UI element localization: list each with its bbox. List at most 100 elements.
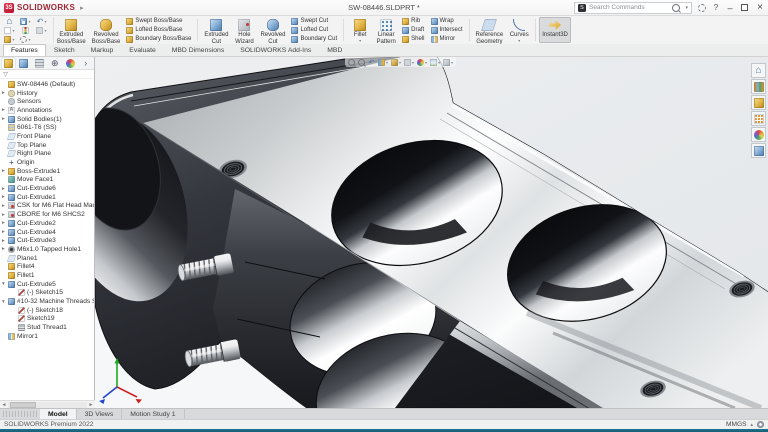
ribbon-button[interactable]: Reference Geometry ▾ bbox=[473, 17, 507, 49]
tags-icon[interactable] bbox=[757, 421, 764, 428]
tree-item[interactable]: 6061-T6 (SS) bbox=[0, 123, 94, 132]
tree-item[interactable]: Plane1 bbox=[0, 254, 94, 263]
search-dropdown-icon[interactable]: ▾ bbox=[685, 5, 688, 11]
ribbon-button[interactable]: Wrap bbox=[430, 17, 463, 25]
task-pane-tab[interactable] bbox=[751, 79, 766, 94]
tree-item[interactable]: Stud Thread1 bbox=[0, 323, 94, 332]
tree-item[interactable]: Move Face1 bbox=[0, 176, 94, 185]
tree-item[interactable]: Mirror1 bbox=[0, 332, 94, 341]
ribbon-button[interactable]: Fillet ▾ bbox=[347, 17, 373, 43]
ribbon-tab[interactable]: MBD Dimensions bbox=[164, 44, 233, 56]
ribbon-button[interactable]: Extruded Cut bbox=[201, 17, 231, 45]
tree-item[interactable]: CBORE for M6 SHCS2 bbox=[0, 210, 94, 219]
ribbon-button[interactable]: Lofted Cut bbox=[291, 26, 337, 34]
feature-manager-tab[interactable] bbox=[64, 58, 77, 69]
tree-item[interactable]: SW-08446 (Default) bbox=[0, 80, 94, 89]
document-tab[interactable]: 3D Views bbox=[77, 409, 123, 419]
feature-manager-tab[interactable] bbox=[2, 57, 15, 69]
quick-access-button[interactable]: ▾ bbox=[18, 17, 33, 26]
tree-item[interactable]: Cut-Extrude2 bbox=[0, 219, 94, 228]
task-pane-tab[interactable] bbox=[751, 111, 766, 126]
view-tool-button[interactable]: ▾ bbox=[404, 58, 414, 66]
tree-item[interactable]: (-) Sketch15 bbox=[0, 289, 94, 298]
tree-item[interactable]: History bbox=[0, 89, 94, 98]
restore-icon[interactable] bbox=[741, 3, 748, 11]
tree-item[interactable]: CSK for M6 Flat Head Machine Sc bbox=[0, 202, 94, 211]
ribbon-button[interactable]: Boundary Boss/Base bbox=[126, 35, 191, 43]
tree-item[interactable]: (-) Sketch18 bbox=[0, 306, 94, 315]
view-tool-button[interactable]: ▾ bbox=[417, 58, 427, 66]
scroll-right-icon[interactable]: ► bbox=[87, 402, 95, 408]
close-icon[interactable] bbox=[756, 4, 764, 12]
quick-access-button[interactable]: ▾ bbox=[18, 35, 33, 44]
menu-expand-arrow-icon[interactable]: ▸ bbox=[80, 4, 84, 12]
feature-manager-tab[interactable] bbox=[33, 58, 46, 69]
search-input[interactable] bbox=[589, 4, 670, 11]
ribbon-button[interactable]: Boundary Cut bbox=[291, 35, 337, 43]
tree-item[interactable]: Annotations bbox=[0, 106, 94, 115]
quick-access-button[interactable] bbox=[18, 26, 33, 35]
feature-manager-tab[interactable] bbox=[80, 58, 93, 69]
settings-icon[interactable] bbox=[698, 3, 706, 12]
ribbon-button[interactable]: Hole Wizard ▾ bbox=[231, 17, 257, 49]
tree-item[interactable]: Solid Bodies(1) bbox=[0, 115, 94, 124]
task-pane-tab[interactable] bbox=[751, 143, 766, 158]
tree-item[interactable]: Top Plane bbox=[0, 141, 94, 150]
help-icon[interactable] bbox=[712, 4, 720, 12]
ribbon-button[interactable]: Draft bbox=[402, 26, 424, 34]
view-tool-button[interactable]: ▾ bbox=[430, 58, 440, 66]
view-tool-button[interactable] bbox=[358, 58, 365, 66]
search-box[interactable]: ▾ bbox=[574, 1, 692, 14]
tree-item[interactable]: Cut-Extrude6 bbox=[0, 184, 94, 193]
tree-item[interactable]: Boss-Extrude1 bbox=[0, 167, 94, 176]
ribbon-tab[interactable]: MBD bbox=[319, 44, 350, 56]
filter-icon[interactable] bbox=[2, 71, 9, 78]
unit-system-selector[interactable]: MMGS bbox=[726, 421, 747, 428]
tab-bar-grip[interactable] bbox=[3, 411, 37, 417]
ribbon-tab[interactable]: Features bbox=[3, 44, 46, 56]
ribbon-tab[interactable]: SOLIDWORKS Add-Ins bbox=[232, 44, 319, 56]
ribbon-button[interactable]: Linear Pattern ▾ bbox=[373, 17, 399, 49]
view-tool-button[interactable]: ▾ bbox=[443, 58, 453, 66]
quick-access-button[interactable]: ▾ bbox=[2, 35, 17, 44]
tree-item[interactable]: Sensors bbox=[0, 97, 94, 106]
ribbon-button[interactable]: Rib bbox=[402, 17, 424, 25]
ribbon-button[interactable]: Swept Boss/Base bbox=[126, 17, 191, 25]
tree-item[interactable]: Fillet4 bbox=[0, 262, 94, 271]
minimize-icon[interactable] bbox=[726, 4, 734, 12]
tree-item[interactable]: Cut-Extrude4 bbox=[0, 228, 94, 237]
ribbon-button[interactable]: Instant3D bbox=[539, 17, 571, 43]
tree-item[interactable]: Origin bbox=[0, 158, 94, 167]
quick-access-button[interactable] bbox=[2, 17, 17, 26]
ribbon-button[interactable]: Mirror bbox=[430, 35, 463, 43]
quick-access-button[interactable]: ▾ bbox=[2, 26, 17, 35]
tree-item[interactable]: #10-32 Machine Threads Stud1 bbox=[0, 297, 94, 306]
ribbon-button[interactable]: Lofted Boss/Base bbox=[126, 26, 191, 34]
search-icon[interactable] bbox=[672, 3, 681, 12]
task-pane-tab[interactable] bbox=[751, 127, 766, 142]
feature-manager-tab[interactable] bbox=[18, 58, 31, 69]
quick-access-button[interactable]: ▾ bbox=[34, 26, 49, 35]
ribbon-button[interactable]: Curves ▾ bbox=[506, 17, 532, 43]
panel-horizontal-scrollbar[interactable]: ◄ ► bbox=[0, 400, 95, 408]
tree-item[interactable]: Front Plane bbox=[0, 132, 94, 141]
task-pane-tab[interactable] bbox=[751, 95, 766, 110]
feature-manager-tab[interactable] bbox=[49, 58, 62, 69]
view-tool-button[interactable]: ▾ bbox=[391, 58, 401, 66]
tree-item[interactable]: Sketch19 bbox=[0, 315, 94, 324]
ribbon-button[interactable]: Revolved Boss/Base bbox=[89, 17, 124, 45]
scrollbar-thumb[interactable] bbox=[10, 401, 36, 408]
graphics-area[interactable]: ▾ ▾ ▾ ▾ ▾ ▾ bbox=[95, 57, 768, 408]
scroll-left-icon[interactable]: ◄ bbox=[0, 402, 8, 408]
ribbon-button[interactable]: Extruded Boss/Base bbox=[54, 17, 89, 45]
view-tool-button[interactable]: ▾ bbox=[378, 58, 388, 66]
model-viewport[interactable] bbox=[95, 57, 768, 408]
tree-item[interactable]: Fillet1 bbox=[0, 271, 94, 280]
ribbon-tab[interactable]: Markup bbox=[83, 44, 122, 56]
tree-item[interactable]: Cut-Extrude3 bbox=[0, 236, 94, 245]
tree-item[interactable]: Cut-Extrude1 bbox=[0, 193, 94, 202]
unit-dropdown-icon[interactable]: ▴ bbox=[750, 422, 753, 428]
quick-access-button[interactable]: ▾ bbox=[34, 17, 49, 26]
ribbon-tab[interactable]: Sketch bbox=[46, 44, 83, 56]
document-tab[interactable]: Model bbox=[40, 409, 77, 419]
